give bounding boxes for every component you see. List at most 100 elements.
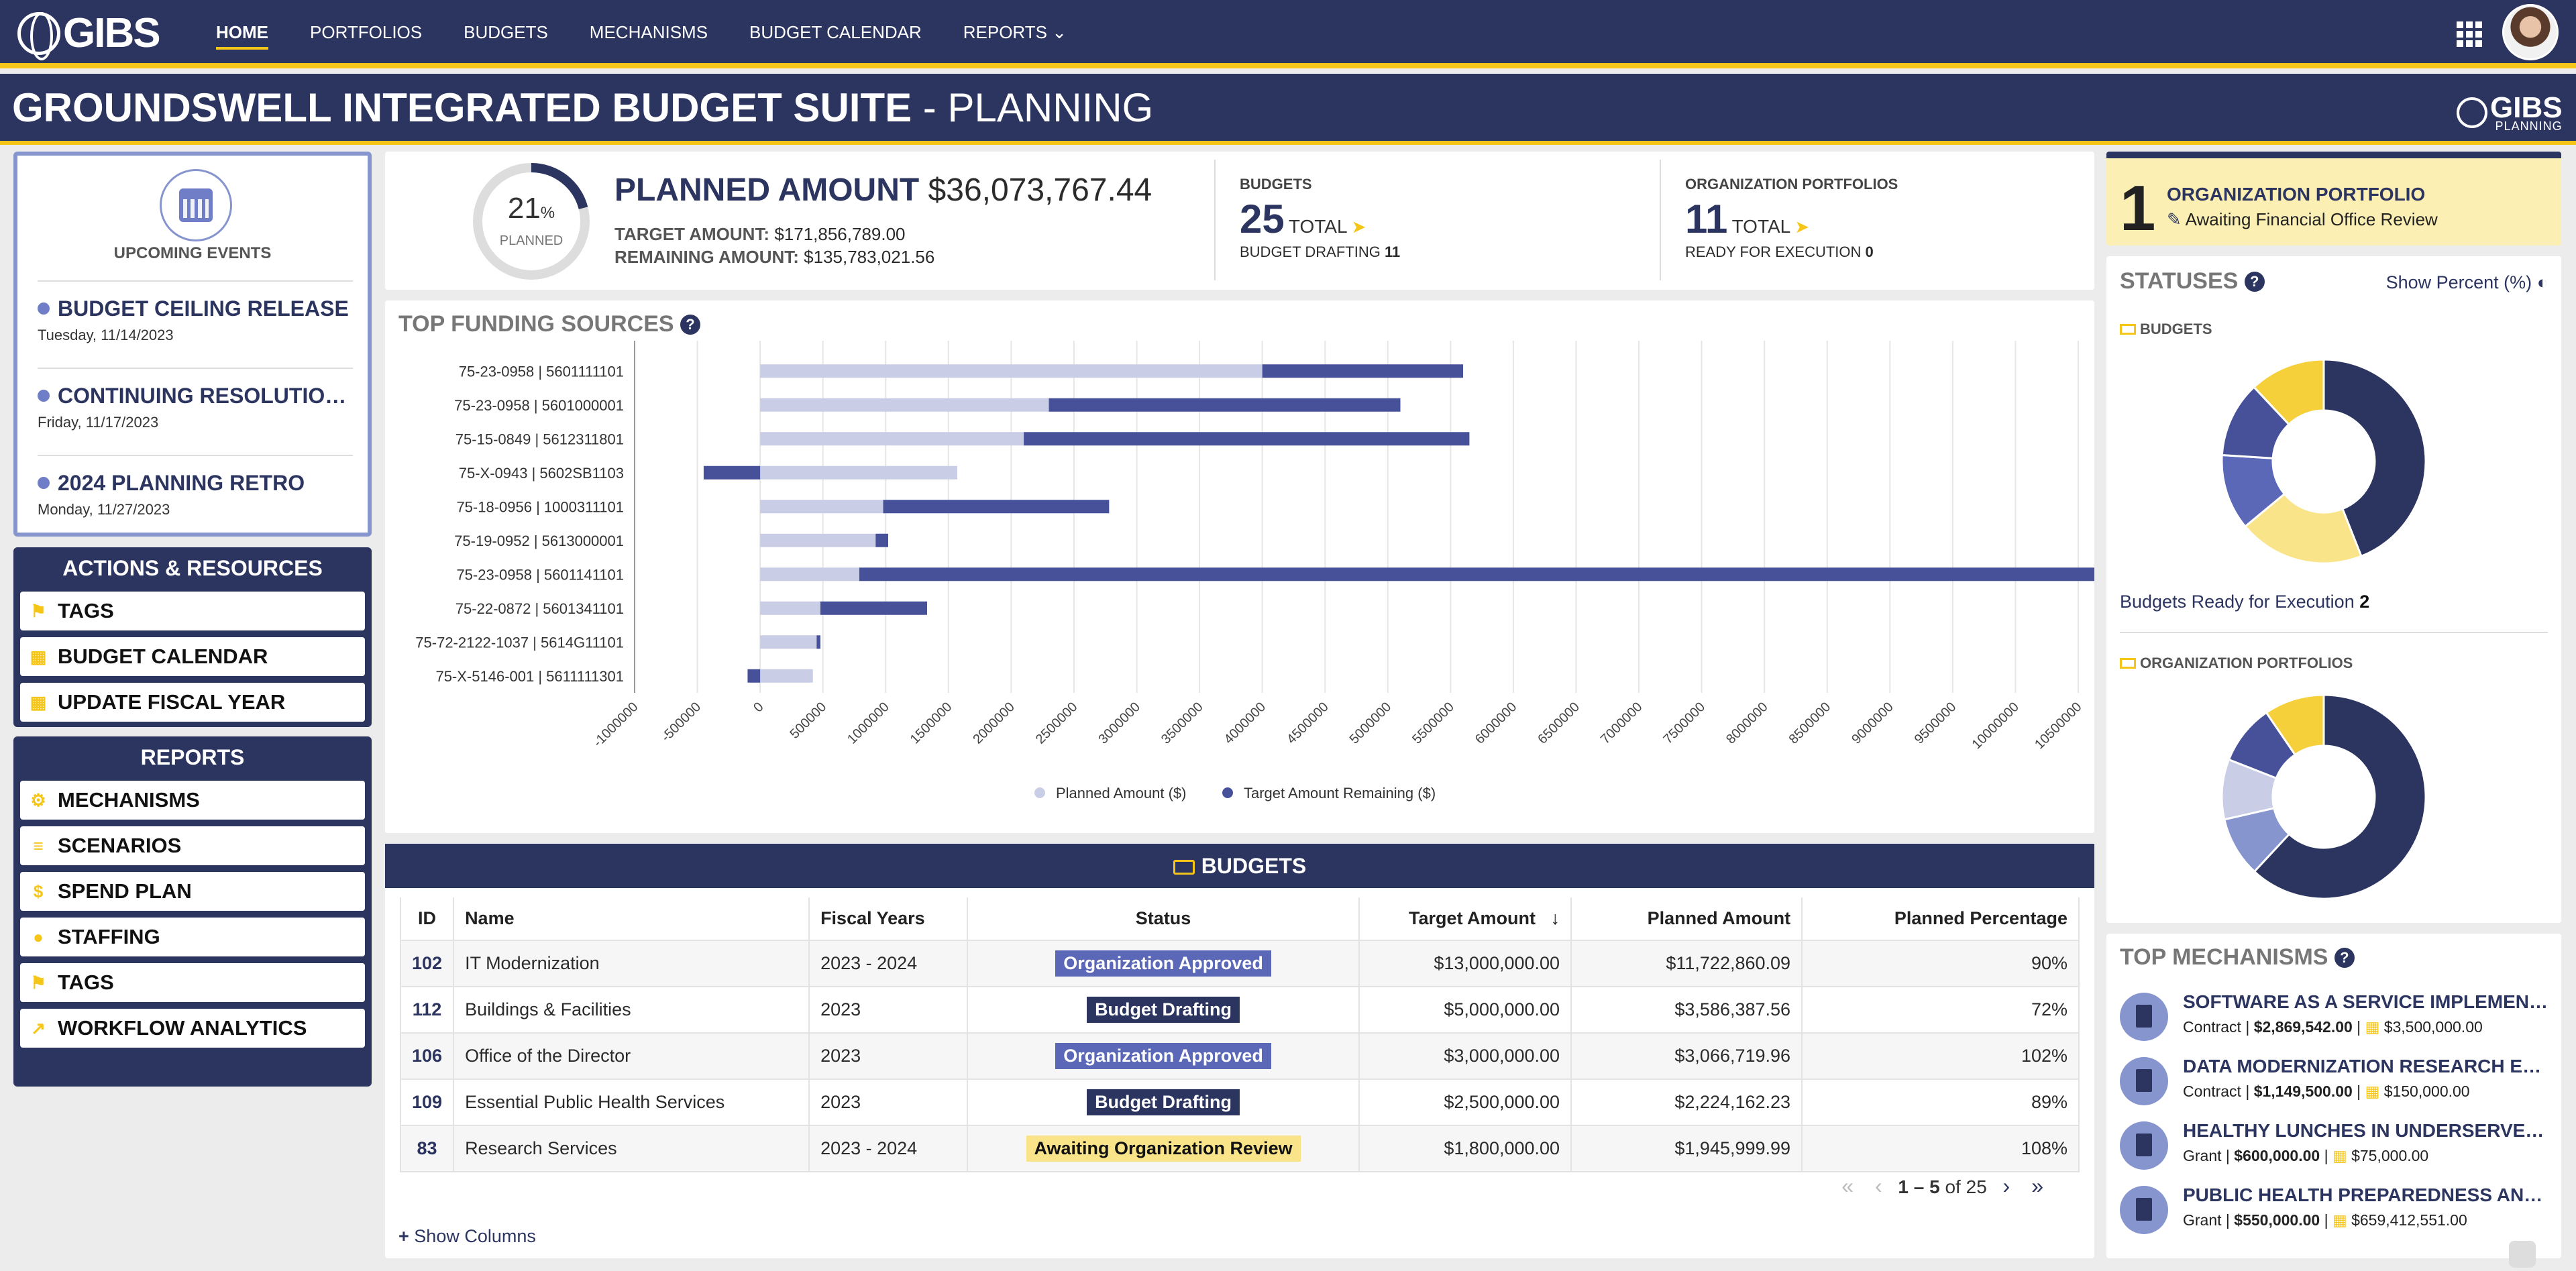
- org-portfolio-card[interactable]: 1 ORGANIZATION PORTFOLIO ✎ Awaiting Fina…: [2106, 152, 2561, 245]
- mechanism-item[interactable]: HEALTHY LUNCHES IN UNDERSERVED NEIGHBORH…: [2120, 1116, 2549, 1176]
- report-mechanisms[interactable]: ⚙ MECHANISMS: [20, 781, 365, 820]
- report-staffing[interactable]: ● STAFFING: [20, 918, 365, 956]
- event-item[interactable]: CONTINUING RESOLUTION END Friday, 11/17/2…: [38, 368, 353, 431]
- nav-budgets[interactable]: BUDGETS: [464, 20, 548, 50]
- nav-portfolios[interactable]: PORTFOLIOS: [310, 20, 422, 50]
- mechanism-amount: $2,869,542.00: [2253, 1018, 2353, 1036]
- mechanism-item[interactable]: DATA MODERNIZATION RESEARCH EQUIPMENT Con…: [2120, 1052, 2549, 1112]
- last-page-icon[interactable]: »: [2031, 1174, 2043, 1198]
- prev-page-icon[interactable]: ‹: [1875, 1174, 1882, 1198]
- help-icon[interactable]: ?: [2244, 272, 2265, 292]
- category-label: 75-23-0958 | 5601141101: [456, 566, 624, 583]
- nav-reports-label: REPORTS: [963, 22, 1047, 42]
- row-id[interactable]: 112: [399, 986, 455, 1034]
- list-icon: ≡: [33, 836, 44, 856]
- col-planned-percentage[interactable]: Planned Percentage: [1801, 897, 2080, 941]
- x-tick-label: 10000000: [1969, 700, 2021, 752]
- report-tags[interactable]: ⚑ TAGS: [20, 963, 365, 1002]
- screen-capture-icon[interactable]: [2509, 1241, 2536, 1268]
- dollar-icon: $: [33, 881, 44, 901]
- x-tick-label: 9500000: [1912, 700, 1960, 747]
- x-tick-label: 10500000: [2032, 700, 2084, 752]
- help-icon[interactable]: ?: [2334, 948, 2355, 968]
- event-title: BUDGET CEILING RELEASE: [38, 296, 353, 321]
- budgets-ready[interactable]: Budgets Ready for Execution 2: [2120, 592, 2369, 612]
- app-grid-icon[interactable]: [2457, 21, 2482, 47]
- bar-planned: [760, 500, 883, 514]
- statuses-title: STATUSES ?: [2120, 268, 2265, 294]
- col-name[interactable]: Name: [453, 897, 810, 941]
- portfolios-status-label-text: ORGANIZATION PORTFOLIOS: [2140, 655, 2353, 671]
- row-planned: $3,586,387.56: [1570, 986, 1803, 1034]
- show-percent-toggle[interactable]: Show Percent (%) ◐: [2386, 272, 2548, 293]
- mechanism-type: Grant: [2183, 1211, 2222, 1229]
- calendar-edit-icon: ▦: [30, 692, 47, 712]
- mechanism-item[interactable]: SOFTWARE AS A SERVICE IMPLEMENTATION Cont…: [2120, 987, 2549, 1048]
- person-icon: ●: [33, 927, 44, 947]
- gibs-logo[interactable]: GIBS: [17, 9, 161, 60]
- x-tick-label: 3500000: [1159, 700, 1206, 747]
- divider: [2120, 632, 2548, 633]
- pager-range: 1 – 5: [1898, 1176, 1940, 1197]
- bar-planned: [760, 601, 820, 615]
- row-id[interactable]: 109: [399, 1079, 455, 1126]
- upcoming-events-card: UPCOMING EVENTS BUDGET CEILING RELEASE Tu…: [13, 152, 372, 537]
- bar-remaining: [703, 465, 761, 480]
- report-scenarios[interactable]: ≡ SCENARIOS: [20, 826, 365, 865]
- bar-planned: [760, 567, 859, 582]
- action-budget-calendar[interactable]: ▦ BUDGET CALENDAR: [20, 637, 365, 676]
- toggle-icon: ◐: [2536, 272, 2548, 292]
- target-label: TARGET AMOUNT:: [614, 224, 770, 244]
- show-columns-link[interactable]: + Show Columns: [398, 1226, 536, 1247]
- table-row[interactable]: 109 Essential Public Health Services 2023 B…: [399, 1079, 2080, 1126]
- table-row[interactable]: 102 IT Modernization 2023 - 2024 Organizati…: [399, 940, 2080, 987]
- event-item[interactable]: 2024 PLANNING RETRO Monday, 11/27/2023: [38, 455, 353, 518]
- x-tick-label: 7500000: [1661, 700, 1709, 747]
- help-icon[interactable]: ?: [680, 315, 701, 335]
- bar-planned: [760, 669, 813, 683]
- first-page-icon[interactable]: «: [1841, 1174, 1854, 1198]
- edit-icon: ✎: [2167, 209, 2182, 229]
- x-tick-label: -500000: [659, 700, 704, 744]
- status-badge: Awaiting Organization Review: [1026, 1136, 1301, 1162]
- col-planned-amount[interactable]: Planned Amount: [1570, 897, 1803, 941]
- col-fiscal-years[interactable]: Fiscal Years: [808, 897, 969, 941]
- portfolio-icon: [2120, 658, 2136, 669]
- mechanism-other: $659,412,551.00: [2351, 1211, 2467, 1229]
- divider: [1660, 160, 1661, 280]
- report-workflow-analytics[interactable]: ↗ WORKFLOW ANALYTICS: [20, 1009, 365, 1048]
- col-status[interactable]: Status: [967, 897, 1360, 941]
- nav-home[interactable]: HOME: [216, 20, 268, 50]
- table-row[interactable]: 106 Office of the Director 2023 Organizatio…: [399, 1032, 2080, 1080]
- table-row[interactable]: 112 Buildings & Facilities 2023 Budget Draf…: [399, 986, 2080, 1034]
- nav-mechanisms[interactable]: MECHANISMS: [590, 20, 708, 50]
- event-title: 2024 PLANNING RETRO: [38, 471, 353, 496]
- row-fiscal-years: 2023 - 2024: [808, 1125, 969, 1172]
- status-badge: Budget Drafting: [1087, 997, 1240, 1023]
- col-target-amount[interactable]: Target Amount ↓: [1358, 897, 1572, 941]
- gibs-planning-logo: GIBS PLANNING: [2457, 91, 2563, 133]
- divider: [1214, 160, 1216, 280]
- event-item[interactable]: BUDGET CEILING RELEASE Tuesday, 11/14/202…: [38, 280, 353, 344]
- status-badge: Organization Approved: [1055, 1043, 1271, 1069]
- row-id[interactable]: 83: [399, 1125, 455, 1172]
- report-spend-plan[interactable]: $ SPEND PLAN: [20, 872, 365, 911]
- table-row[interactable]: 83 Research Services 2023 - 2024 Awaiting O…: [399, 1125, 2080, 1172]
- nav-reports[interactable]: REPORTS ⌄: [963, 20, 1067, 50]
- action-tags[interactable]: ⚑ TAGS: [20, 592, 365, 630]
- mechanism-other: $3,500,000.00: [2383, 1018, 2483, 1036]
- x-tick-label: 4500000: [1284, 700, 1332, 747]
- avatar[interactable]: [2502, 4, 2559, 60]
- action-update-fiscal-year[interactable]: ▦ UPDATE FISCAL YEAR: [20, 683, 365, 722]
- row-id[interactable]: 102: [399, 940, 455, 987]
- portfolios-stat[interactable]: ORGANIZATION PORTFOLIOS 11 TOTAL ➤ READY…: [1685, 176, 1898, 261]
- row-id[interactable]: 106: [399, 1032, 455, 1080]
- budgets-stat[interactable]: BUDGETS 25 TOTAL ➤ BUDGET DRAFTING 11: [1240, 176, 1400, 261]
- bar-remaining: [1049, 398, 1401, 412]
- row-percentage: 102%: [1801, 1032, 2080, 1080]
- col-id[interactable]: ID: [399, 897, 455, 941]
- next-page-icon[interactable]: ›: [2003, 1174, 2010, 1198]
- mechanism-item[interactable]: PUBLIC HEALTH PREPAREDNESS AND RESPONSE G…: [2120, 1180, 2549, 1241]
- coins-icon: ▦: [2365, 1018, 2380, 1036]
- nav-budget-calendar[interactable]: BUDGET CALENDAR: [749, 20, 922, 50]
